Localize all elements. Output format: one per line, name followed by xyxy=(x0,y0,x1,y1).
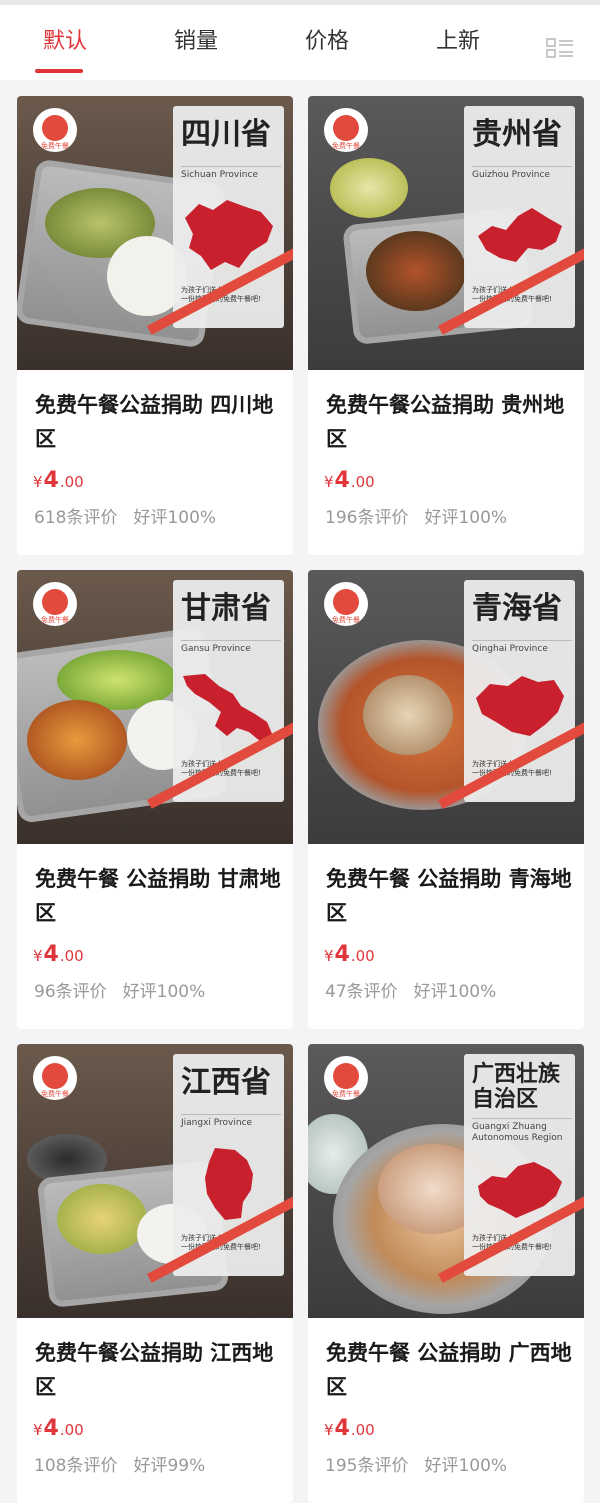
product-image: 免费午餐 青海省 Qinghai Province 为孩子们送上 一份热腾腾的免… xyxy=(308,570,584,844)
review-count: 195条评价 xyxy=(325,1456,409,1476)
province-name-en: Guangxi Zhuang Autonomous Region xyxy=(472,1118,572,1144)
review-count: 108条评价 xyxy=(34,1456,118,1476)
province-label-panel: 贵州省 Guizhou Province 为孩子们送上 一份热腾腾的免费午餐吧! xyxy=(464,106,575,328)
tab-default[interactable]: 默认 xyxy=(10,21,120,73)
province-name-en: Guizhou Province xyxy=(472,166,572,181)
positive-rate: 好评100% xyxy=(424,508,508,528)
product-meta: 47条评价 好评100% xyxy=(325,977,496,1002)
province-label-panel: 青海省 Qinghai Province 为孩子们送上 一份热腾腾的免费午餐吧! xyxy=(464,580,575,802)
province-name-en: Sichuan Province xyxy=(181,166,281,181)
product-title[interactable]: 免费午餐公益捐助 江西地区 xyxy=(35,1336,281,1404)
positive-rate: 好评100% xyxy=(122,982,206,1002)
product-meta: 96条评价 好评100% xyxy=(34,977,205,1002)
product-meta: 108条评价 好评99% xyxy=(34,1451,205,1476)
tab-new-label: 上新 xyxy=(435,29,480,54)
positive-rate: 好评100% xyxy=(133,508,217,528)
province-label-panel: 广西壮族自治区 Guangxi Zhuang Autonomous Region… xyxy=(464,1054,575,1276)
product-image: 免费午餐 贵州省 Guizhou Province 为孩子们送上 一份热腾腾的免… xyxy=(308,96,584,370)
product-card[interactable]: 免费午餐 四川省 Sichuan Province 为孩子们送上 一份热腾腾的免… xyxy=(17,96,293,555)
province-label-panel: 甘肃省 Gansu Province 为孩子们送上 一份热腾腾的免费午餐吧! xyxy=(173,580,284,802)
product-card[interactable]: 免费午餐 贵州省 Guizhou Province 为孩子们送上 一份热腾腾的免… xyxy=(308,96,584,555)
free-lunch-logo: 免费午餐 xyxy=(324,1056,368,1100)
positive-rate: 好评100% xyxy=(424,1456,508,1476)
province-name: 青海省 xyxy=(472,591,562,626)
product-image: 免费午餐 四川省 Sichuan Province 为孩子们送上 一份热腾腾的免… xyxy=(17,96,293,370)
product-price: ¥4.00 xyxy=(324,468,375,493)
review-count: 618条评价 xyxy=(34,508,118,528)
tab-price[interactable]: 价格 xyxy=(272,21,382,71)
product-price: ¥4.00 xyxy=(324,942,375,967)
product-price: ¥4.00 xyxy=(33,942,84,967)
active-tab-indicator xyxy=(35,69,83,73)
sort-tab-bar: 默认 销量 价格 上新 xyxy=(0,0,600,80)
tab-price-label: 价格 xyxy=(304,29,349,54)
province-name: 贵州省 xyxy=(472,117,562,152)
product-image: 免费午餐 江西省 Jiangxi Province 为孩子们送上 一份热腾腾的免… xyxy=(17,1044,293,1318)
product-meta: 196条评价 好评100% xyxy=(325,503,507,528)
province-name-en: Gansu Province xyxy=(181,640,281,655)
product-card[interactable]: 免费午餐 甘肃省 Gansu Province 为孩子们送上 一份热腾腾的免费午… xyxy=(17,570,293,1029)
positive-rate: 好评100% xyxy=(413,982,497,1002)
province-name: 广西壮族自治区 xyxy=(472,1062,561,1112)
product-title[interactable]: 免费午餐公益捐助 贵州地区 xyxy=(326,388,572,456)
product-image: 免费午餐 甘肃省 Gansu Province 为孩子们送上 一份热腾腾的免费午… xyxy=(17,570,293,844)
product-card[interactable]: 免费午餐 青海省 Qinghai Province 为孩子们送上 一份热腾腾的免… xyxy=(308,570,584,1029)
product-meta: 618条评价 好评100% xyxy=(34,503,216,528)
tab-default-label: 默认 xyxy=(42,29,87,54)
free-lunch-logo: 免费午餐 xyxy=(33,582,77,626)
province-name: 甘肃省 xyxy=(181,591,271,626)
tab-sales-label: 销量 xyxy=(173,29,218,54)
tab-new[interactable]: 上新 xyxy=(403,21,513,71)
product-title[interactable]: 免费午餐 公益捐助 青海地区 xyxy=(326,862,572,930)
free-lunch-logo: 免费午餐 xyxy=(33,1056,77,1100)
positive-rate: 好评99% xyxy=(133,1456,206,1476)
product-price: ¥4.00 xyxy=(33,468,84,493)
review-count: 196条评价 xyxy=(325,508,409,528)
product-card[interactable]: 免费午餐 江西省 Jiangxi Province 为孩子们送上 一份热腾腾的免… xyxy=(17,1044,293,1503)
free-lunch-logo: 免费午餐 xyxy=(324,108,368,152)
tab-sales[interactable]: 销量 xyxy=(141,21,251,71)
product-price: ¥4.00 xyxy=(324,1416,375,1441)
product-title[interactable]: 免费午餐 公益捐助 广西地区 xyxy=(326,1336,572,1404)
list-view-icon[interactable] xyxy=(545,35,575,61)
product-title[interactable]: 免费午餐公益捐助 四川地区 xyxy=(35,388,281,456)
province-name-en: Jiangxi Province xyxy=(181,1114,281,1129)
product-image: 免费午餐 广西壮族自治区 Guangxi Zhuang Autonomous R… xyxy=(308,1044,584,1318)
product-meta: 195条评价 好评100% xyxy=(325,1451,507,1476)
province-name-en: Qinghai Province xyxy=(472,640,572,655)
product-title[interactable]: 免费午餐 公益捐助 甘肃地区 xyxy=(35,862,281,930)
province-label-panel: 四川省 Sichuan Province 为孩子们送上 一份热腾腾的免费午餐吧! xyxy=(173,106,284,328)
review-count: 47条评价 xyxy=(325,982,398,1002)
province-name: 四川省 xyxy=(181,117,271,152)
free-lunch-logo: 免费午餐 xyxy=(33,108,77,152)
product-price: ¥4.00 xyxy=(33,1416,84,1441)
free-lunch-logo: 免费午餐 xyxy=(324,582,368,626)
province-name: 江西省 xyxy=(181,1065,271,1100)
province-label-panel: 江西省 Jiangxi Province 为孩子们送上 一份热腾腾的免费午餐吧! xyxy=(173,1054,284,1276)
review-count: 96条评价 xyxy=(34,982,107,1002)
product-card[interactable]: 免费午餐 广西壮族自治区 Guangxi Zhuang Autonomous R… xyxy=(308,1044,584,1503)
